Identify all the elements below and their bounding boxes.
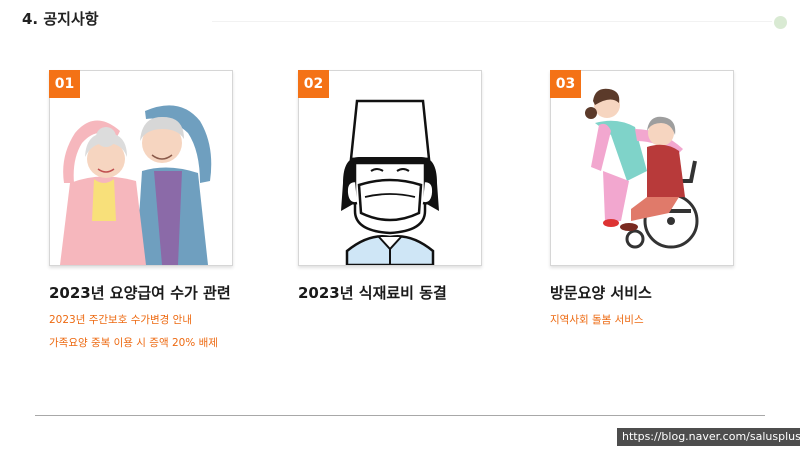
- card-image-frame: [49, 70, 233, 266]
- card-image-frame: [298, 70, 482, 266]
- elderly-couple-illustration: [60, 105, 212, 265]
- section-title: 4. 공지사항: [22, 10, 99, 28]
- card-item[interactable]: 지역사회 돌봄 서비스: [550, 312, 644, 327]
- top-divider: [212, 21, 772, 22]
- notice-card-1[interactable]: 01: [49, 70, 233, 266]
- caregiver-wheelchair-illustration: [585, 88, 699, 249]
- card-number-badge: 03: [550, 70, 581, 98]
- bottom-divider: [35, 415, 765, 416]
- card-number-badge: 02: [298, 70, 329, 98]
- notice-card-3[interactable]: 03: [550, 70, 734, 266]
- card-item[interactable]: 가족요양 중복 이용 시 증액 20% 배제: [49, 335, 218, 350]
- card-title-2[interactable]: 2023년 식재료비 동결: [298, 282, 447, 303]
- notice-card-2[interactable]: 02: [298, 70, 482, 266]
- cook-with-mask-illustration: [341, 99, 439, 265]
- source-url-badge[interactable]: https://blog.naver.com/salusplus: [617, 428, 800, 446]
- card-image-frame: [550, 70, 734, 266]
- card-number-badge: 01: [49, 70, 80, 98]
- decorative-dot: [774, 16, 787, 29]
- card-title-1[interactable]: 2023년 요양급여 수가 관련: [49, 282, 231, 303]
- card-title-3[interactable]: 방문요양 서비스: [550, 282, 652, 303]
- card-item[interactable]: 2023년 주간보호 수가변경 안내: [49, 312, 192, 327]
